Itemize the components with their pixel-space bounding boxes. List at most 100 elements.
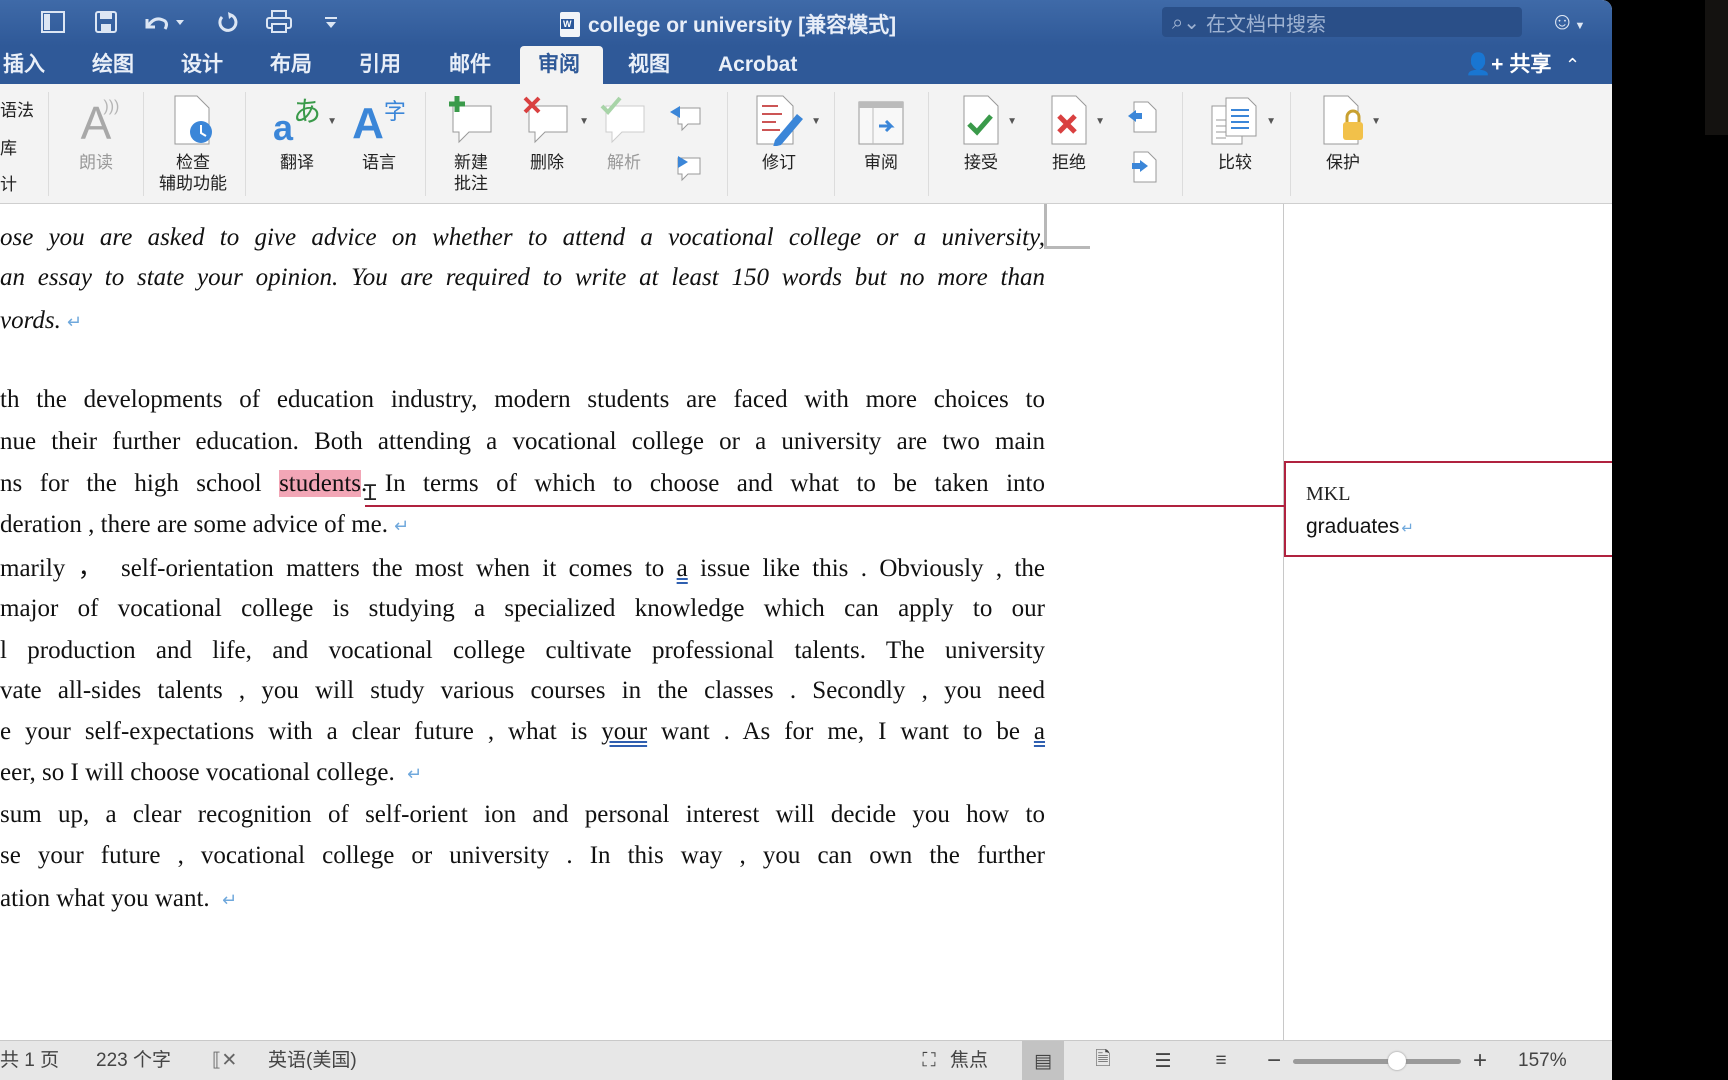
resolve-label: 解析 <box>607 153 641 172</box>
accept-change-button[interactable]: ▼ 接受 <box>950 94 1017 173</box>
save-icon[interactable] <box>92 8 120 36</box>
document-line[interactable]: l production and life, and vocational co… <box>0 635 1045 667</box>
protect-label: 保护 <box>1326 153 1360 172</box>
proofing-icon[interactable]: ⟦✕ <box>212 1041 237 1080</box>
document-area[interactable]: ose you are asked to give advice on whet… <box>0 204 1612 1040</box>
accessibility-icon <box>171 94 215 146</box>
tab-layout[interactable]: 布局 <box>252 46 330 84</box>
commented-text-highlight[interactable]: students <box>279 470 362 497</box>
new-comment-label-line1: 新建 <box>454 153 488 172</box>
grammar-flagged-word[interactable]: your <box>601 718 647 745</box>
zoom-out-icon[interactable]: − <box>1264 1041 1284 1080</box>
line-text: nue their further education. Both attend… <box>0 428 1045 455</box>
tab-review[interactable]: 审阅 <box>520 46 603 84</box>
previous-change-icon[interactable] <box>1126 100 1158 139</box>
language-button[interactable]: A字 语言 <box>348 94 410 173</box>
previous-comment-icon[interactable] <box>668 102 704 137</box>
tab-design[interactable]: 设计 <box>163 46 241 84</box>
dropdown-arrow-icon[interactable]: ▼ <box>1371 116 1381 127</box>
tab-view[interactable]: 视图 <box>610 46 688 84</box>
document-line[interactable]: vords. ↵ <box>0 305 1045 337</box>
tab-insert[interactable]: 插入 <box>0 46 63 84</box>
customize-icon[interactable] <box>318 8 344 36</box>
document-line[interactable]: ose you are asked to give advice on whet… <box>0 222 1045 254</box>
document-line[interactable]: ation what you want. ↵ <box>0 883 1045 915</box>
review-label: 审阅 <box>864 153 898 172</box>
document-line[interactable]: major of vocational college is studying … <box>0 593 1045 625</box>
redo-icon[interactable] <box>214 8 240 36</box>
dropdown-arrow-icon[interactable]: ▼ <box>327 116 337 127</box>
document-line[interactable]: vate all-sides talents , you will study … <box>0 675 1045 707</box>
language-status[interactable]: 英语(美国) <box>268 1041 357 1080</box>
reviewing-pane-icon <box>857 94 905 146</box>
share-button[interactable]: 👤+ 共享 <box>1465 46 1551 84</box>
search-input[interactable]: ⌕⌄ 在文档中搜索 <box>1162 7 1522 37</box>
document-line[interactable]: se your future , vocational college or u… <box>0 840 1045 872</box>
grammar-flagged-word[interactable]: a <box>677 555 688 582</box>
document-line[interactable]: ns for the high school students. In term… <box>0 468 1045 500</box>
print-layout-view-icon[interactable]: ▤ <box>1022 1041 1064 1080</box>
document-line[interactable]: marily ， self-orientation matters the mo… <box>0 553 1045 585</box>
grammar-flagged-word[interactable]: a <box>1034 718 1045 745</box>
dropdown-arrow-icon[interactable]: ▼ <box>579 116 589 127</box>
tab-mailings[interactable]: 邮件 <box>431 46 509 84</box>
focus-label[interactable]: 焦点 <box>950 1041 988 1080</box>
line-text: eer, so I will choose vocational college… <box>0 759 401 786</box>
protect-button[interactable]: ▼ 保护 <box>1312 94 1381 173</box>
zoom-slider-thumb[interactable] <box>1388 1052 1407 1070</box>
reject-change-button[interactable]: ▼ 拒绝 <box>1038 94 1105 173</box>
outline-view-icon[interactable]: ☰ <box>1148 1041 1178 1080</box>
read-aloud-button[interactable]: A))) 朗读 <box>68 94 124 173</box>
document-line[interactable]: th the developments of education industr… <box>0 384 1045 416</box>
print-icon[interactable] <box>264 8 294 36</box>
dropdown-arrow-icon[interactable]: ▼ <box>1266 116 1276 127</box>
delete-comment-button[interactable]: ▼ 删除 <box>512 94 589 173</box>
track-changes-button[interactable]: ▼ 修订 <box>748 94 821 173</box>
zoom-level[interactable]: 157% <box>1518 1041 1567 1080</box>
document-line[interactable]: eer, so I will choose vocational college… <box>0 757 1045 789</box>
document-line[interactable]: nue their further education. Both attend… <box>0 426 1045 458</box>
line-text: e your self-expectations with a clear fu… <box>0 718 602 745</box>
compare-button[interactable]: ▼ 比较 <box>1204 94 1276 173</box>
page-count[interactable]: 共 1 页 <box>0 1041 59 1080</box>
resolve-comment-button[interactable]: 解析 <box>593 94 655 173</box>
document-line[interactable]: sum up, a clear recognition of self-orie… <box>0 799 1045 831</box>
zoom-in-icon[interactable]: + <box>1470 1041 1490 1080</box>
document-line[interactable]: an essay to state your opinion. You are … <box>0 262 1045 294</box>
tab-draw[interactable]: 绘图 <box>74 46 152 84</box>
word-count-button-cut[interactable]: 计 <box>0 170 17 195</box>
translate-button[interactable]: a あ ▼ 翻译 <box>266 94 337 173</box>
feedback-smiley-icon[interactable]: ☺▼ <box>1550 8 1585 36</box>
language-icon: A字 <box>352 99 406 148</box>
sidebar-toggle-icon[interactable] <box>38 8 68 36</box>
next-comment-icon[interactable] <box>668 152 704 187</box>
new-comment-icon <box>445 94 497 146</box>
comment-anchor-line <box>365 505 1284 507</box>
document-line[interactable]: e your self-expectations with a clear fu… <box>0 716 1045 748</box>
comment-balloon[interactable]: MKL graduates ↵ <box>1284 461 1612 557</box>
focus-mode-icon[interactable]: ⛶ <box>914 1041 944 1080</box>
dropdown-arrow-icon[interactable]: ▼ <box>811 116 821 127</box>
document-title: college or university [兼容模式] <box>560 9 896 39</box>
thesaurus-button-cut[interactable]: 库 <box>0 134 17 159</box>
comment-text[interactable]: graduates ↵ <box>1306 515 1414 539</box>
undo-icon[interactable] <box>140 8 190 36</box>
add-person-icon: 👤+ <box>1465 53 1504 76</box>
line-text: major of vocational college is studying … <box>0 595 1045 622</box>
web-layout-view-icon[interactable]: 🗎 <box>1088 1041 1118 1080</box>
grammar-button-cut[interactable]: 语法 <box>0 96 34 121</box>
new-comment-button[interactable]: 新建 批注 <box>440 94 502 194</box>
line-text: ns for the high school <box>0 470 280 497</box>
word-count[interactable]: 223 个字 <box>96 1041 171 1080</box>
draft-view-icon[interactable]: ≡ <box>1206 1041 1236 1080</box>
document-line[interactable]: deration , there are some advice of me. ↵ <box>0 509 1045 541</box>
next-change-icon[interactable] <box>1126 150 1158 189</box>
tab-acrobat[interactable]: Acrobat <box>700 46 815 84</box>
zoom-slider[interactable] <box>1293 1052 1461 1070</box>
reviewing-pane-button[interactable]: 审阅 <box>850 94 912 173</box>
check-accessibility-button[interactable]: 检查 辅助功能 <box>156 94 230 194</box>
dropdown-arrow-icon[interactable]: ▼ <box>1095 116 1105 127</box>
dropdown-arrow-icon[interactable]: ▼ <box>1007 116 1017 127</box>
collapse-ribbon-icon[interactable]: ⌃ <box>1565 46 1580 84</box>
tab-references[interactable]: 引用 <box>341 46 419 84</box>
